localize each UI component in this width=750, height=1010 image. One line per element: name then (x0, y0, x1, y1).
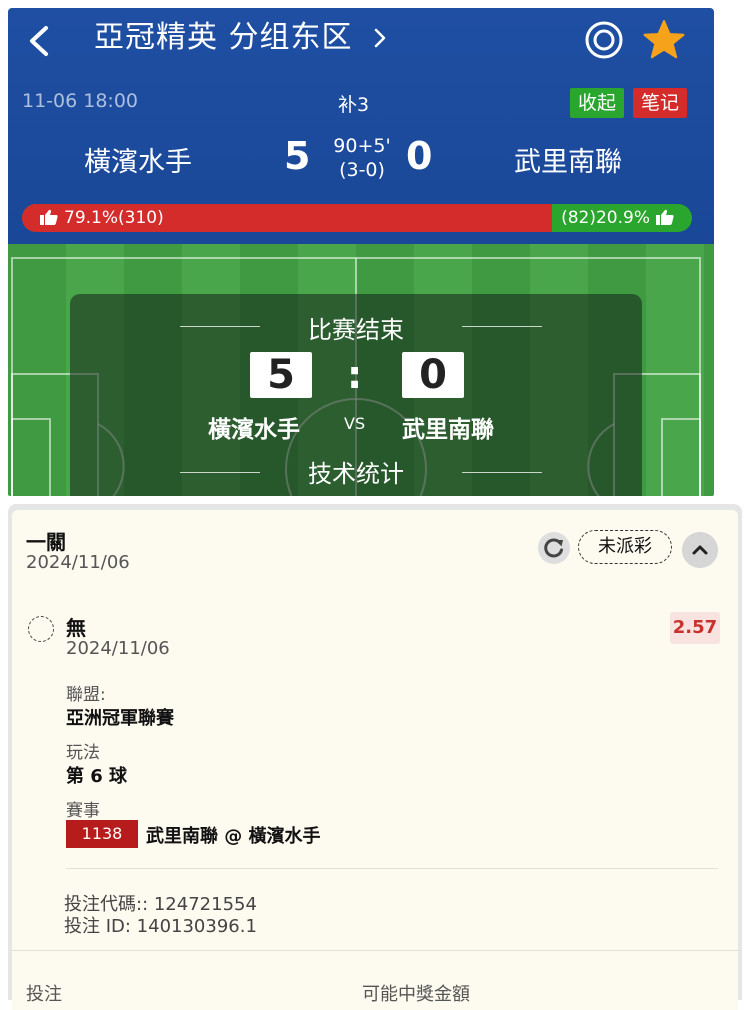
match-panel: 亞冠精英 分组东区 11-06 18:00 补3 收起 笔记 橫濱水手 5 90… (8, 8, 714, 496)
divider (66, 868, 718, 869)
league-label: 聯盟: (66, 685, 106, 705)
star-icon[interactable] (642, 18, 686, 62)
event-label: 賽事 (66, 801, 100, 821)
bet-card: 一關 2024/11/06 未派彩 無 2024/11/06 2.57 聯盟: … (12, 510, 738, 1010)
away-score: 0 (406, 134, 433, 178)
bet-slip-panel: 一關 2024/11/06 未派彩 無 2024/11/06 2.57 聯盟: … (8, 504, 742, 1010)
selection-status-icon (28, 616, 54, 642)
bet-id: 投注 ID: 140130396.1 (64, 916, 257, 937)
result-home-score: 5 (250, 352, 312, 398)
match-minute: 90+5' (333, 135, 391, 157)
half-time-score: (3-0) (339, 159, 385, 181)
result-home-team: 橫濱水手 (208, 417, 300, 443)
vote-away-text: (82)20.9% (561, 208, 650, 228)
event-name: 武里南聯 @ 橫濱水手 (146, 826, 321, 847)
stake-label: 投注 (26, 984, 62, 1005)
page-title[interactable]: 亞冠精英 分组东区 (94, 18, 353, 58)
match-time: 11-06 18:00 (22, 90, 139, 112)
vs-label: VS (344, 414, 366, 433)
match-status: 比赛结束 (308, 316, 404, 344)
divider (12, 950, 738, 951)
notes-button[interactable]: 笔记 (633, 88, 688, 118)
score-separator: : (347, 353, 363, 397)
match-clock: 90+5' (3-0) (324, 134, 400, 182)
pitch-background: 比赛结束 5 : 0 橫濱水手 VS 武里南聯 技术统计 (8, 244, 714, 496)
vote-home-text: 79.1%(310) (64, 208, 164, 228)
payout-label: 可能中獎金額 (362, 984, 470, 1005)
vote-bar: 79.1%(310) (82)20.9% (22, 204, 692, 232)
market-label: 玩法 (66, 743, 100, 763)
selection-name: 無 (66, 616, 86, 640)
chevron-up-icon[interactable] (682, 532, 718, 568)
nav-bar: 亞冠精英 分组东区 (8, 8, 714, 72)
added-time: 补3 (338, 94, 370, 116)
refresh-icon[interactable] (538, 532, 570, 564)
odds-badge: 2.57 (670, 612, 720, 644)
vote-away[interactable]: (82)20.9% (561, 204, 674, 232)
chevron-right-icon[interactable] (372, 26, 388, 50)
league-value: 亞洲冠軍聯賽 (66, 708, 174, 729)
home-score: 5 (284, 134, 311, 178)
vote-home[interactable]: 79.1%(310) (40, 204, 164, 232)
thumbs-up-icon (40, 209, 58, 225)
result-away-score: 0 (402, 352, 464, 398)
away-team-name[interactable]: 武里南聯 (514, 140, 622, 179)
thumbs-up-icon (656, 209, 674, 225)
bet-date: 2024/11/06 (26, 552, 130, 573)
tech-stats-link[interactable]: 技术统计 (70, 454, 642, 489)
match-result-box: 比赛结束 5 : 0 橫濱水手 VS 武里南聯 技术统计 (70, 294, 642, 496)
selection-date: 2024/11/06 (66, 638, 170, 659)
settlement-status-badge: 未派彩 (578, 530, 672, 564)
back-icon[interactable] (26, 24, 54, 58)
event-id-badge: 1138 (66, 820, 138, 848)
market-value: 第 6 球 (66, 766, 128, 787)
collapse-button[interactable]: 收起 (570, 88, 625, 118)
result-away-team: 武里南聯 (402, 417, 494, 443)
bet-type: 一關 (26, 530, 66, 554)
match-header: 亞冠精英 分组东区 11-06 18:00 补3 收起 笔记 橫濱水手 5 90… (8, 8, 714, 244)
target-icon[interactable] (584, 20, 624, 60)
home-team-name[interactable]: 橫濱水手 (84, 140, 192, 179)
